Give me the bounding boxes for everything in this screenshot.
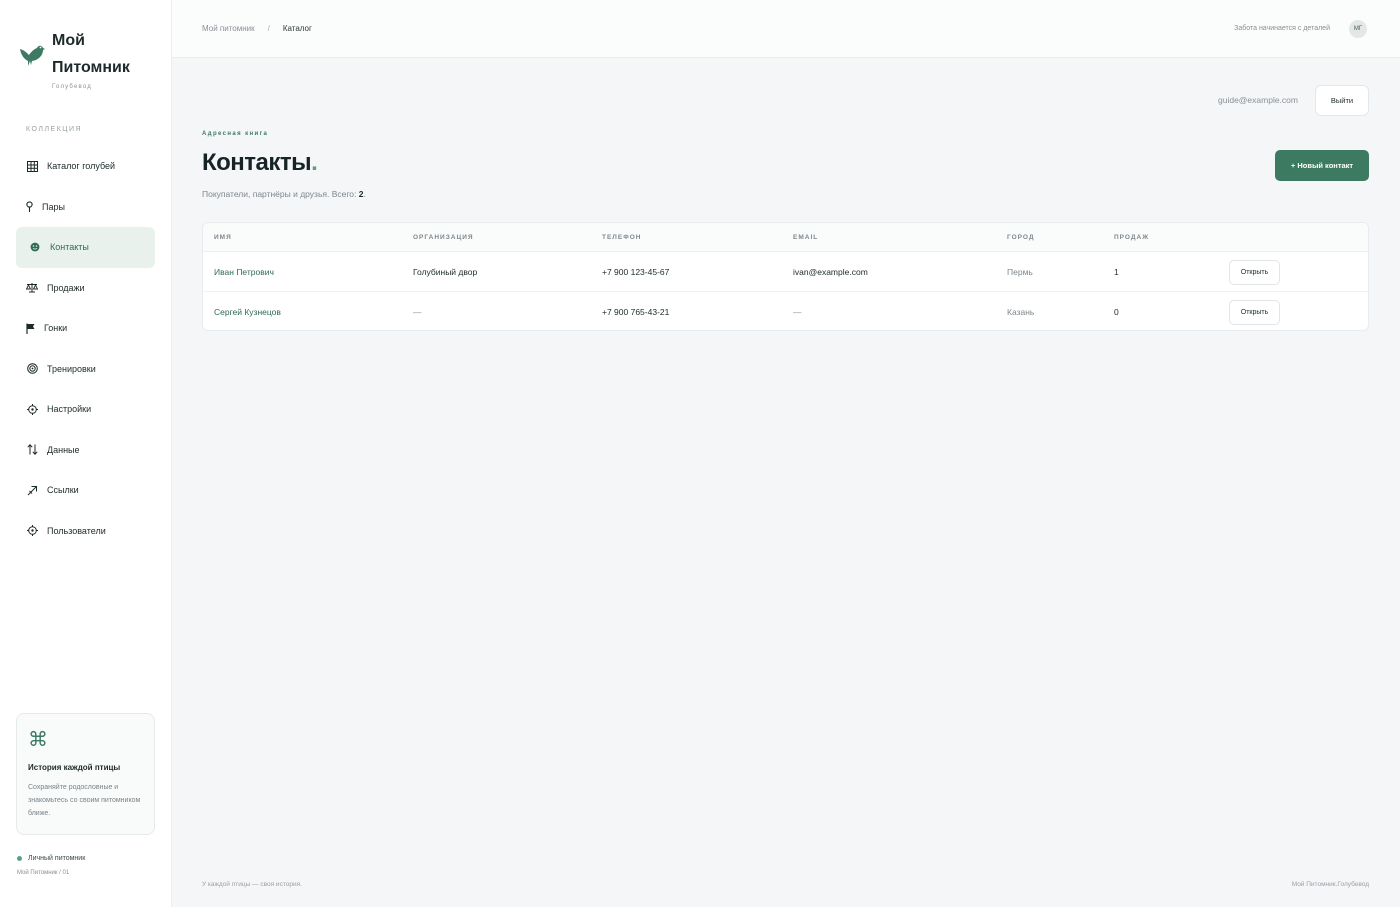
app-version: Мой Питомник / 01	[17, 870, 70, 876]
topbar: Мой питомник / Каталог Забота начинается…	[172, 0, 1400, 58]
sidebar-item-races[interactable]: Гонки	[16, 308, 155, 349]
breadcrumb: Мой питомник / Каталог	[202, 24, 312, 33]
sidebar-nav: Каталог голубей Пары Контакты Продажи Го…	[16, 146, 155, 551]
column-header-org[interactable]: ОРГАНИЗАЦИЯ	[413, 234, 474, 241]
page-title: Контакты.	[202, 149, 318, 177]
sidebar-footer: Личный питомник Мой Питомник / 01	[17, 855, 85, 876]
link-arrow-icon	[26, 484, 38, 496]
sidebar-item-catalog[interactable]: Каталог голубей	[16, 146, 155, 187]
title-accent-dot: .	[311, 149, 318, 176]
grid-icon	[26, 160, 38, 172]
sidebar-item-data[interactable]: Данные	[16, 430, 155, 471]
contact-name-link[interactable]: Иван Петрович	[214, 267, 274, 277]
sidebar-item-sales[interactable]: Продажи	[16, 268, 155, 309]
brand-subtitle: Голубевод	[52, 84, 92, 90]
subtitle-suffix: .	[363, 189, 366, 199]
breadcrumb-current: Каталог	[282, 24, 312, 33]
sidebar-item-label: Ссылки	[47, 485, 79, 496]
sidebar-item-label: Контакты	[50, 242, 89, 253]
command-icon: ⌘	[28, 729, 48, 751]
column-header-city[interactable]: ГОРОД	[1007, 234, 1035, 241]
breadcrumb-home[interactable]: Мой питомник	[202, 24, 255, 33]
sort-arrows-icon	[26, 444, 38, 456]
sidebar-item-contacts[interactable]: Контакты	[16, 227, 155, 268]
pin-icon	[26, 201, 33, 213]
contact-sales-count: 1	[1114, 267, 1119, 277]
promo-card: ⌘ История каждой птицы Сохраняйте родосл…	[16, 713, 155, 835]
pigeon-logo-icon	[20, 45, 45, 66]
column-header-email[interactable]: EMAIL	[793, 234, 818, 241]
sidebar-item-label: Настройки	[47, 404, 92, 415]
page-subtitle: Покупатели, партнёры и друзья. Всего: 2.	[202, 189, 366, 199]
breadcrumb-separator: /	[267, 24, 270, 33]
contact-email: —	[793, 307, 802, 317]
logout-button[interactable]: Выйти	[1315, 85, 1369, 116]
sidebar-item-pairs[interactable]: Пары	[16, 187, 155, 228]
subtitle-text: Покупатели, партнёры и друзья. Всего:	[202, 189, 359, 199]
page-eyebrow: Адресная книга	[202, 131, 269, 137]
contact-email: ivan@example.com	[793, 267, 868, 277]
new-contact-button[interactable]: + Новый контакт	[1275, 150, 1369, 181]
contact-phone: +7 900 123-45-67	[602, 267, 670, 277]
table-row: Иван Петрович Голубиный двор +7 900 123-…	[203, 252, 1368, 292]
flag-icon	[26, 322, 35, 334]
users-icon	[26, 525, 38, 537]
status-dot-icon	[17, 856, 22, 861]
sidebar-item-label: Гонки	[44, 323, 68, 334]
sidebar: Мой Питомник Голубевод КОЛЛЕКЦИЯ Каталог…	[0, 0, 172, 907]
sidebar-item-label: Каталог голубей	[47, 161, 116, 172]
nav-section-label: КОЛЛЕКЦИЯ	[26, 126, 83, 133]
open-contact-button[interactable]: Открыть	[1229, 260, 1280, 285]
footer-motto: У каждой птицы — своя история.	[202, 881, 302, 888]
page-title-text: Контакты	[202, 149, 312, 176]
tagline: Забота начинается с деталей	[1234, 25, 1330, 32]
contact-org: Голубиный двор	[413, 267, 478, 277]
nursery-status: Личный питомник	[28, 855, 86, 862]
brand-name: Мой Питомник	[52, 32, 130, 76]
column-header-phone[interactable]: ТЕЛЕФОН	[602, 234, 642, 241]
scales-icon	[26, 282, 38, 294]
settings-icon	[26, 403, 38, 415]
table-row: Сергей Кузнецов — +7 900 765-43-21 — Каз…	[203, 292, 1368, 330]
sidebar-item-trainings[interactable]: Тренировки	[16, 349, 155, 390]
avatar[interactable]: МГ	[1349, 20, 1367, 38]
target-icon	[26, 363, 38, 375]
contact-city: Пермь	[1007, 267, 1033, 277]
sidebar-item-label: Продажи	[47, 282, 85, 293]
sidebar-item-label: Данные	[47, 444, 80, 455]
sidebar-item-label: Тренировки	[47, 363, 96, 374]
user-email: guide@example.com	[1218, 95, 1298, 105]
contact-sales-count: 0	[1114, 307, 1119, 317]
contact-city: Казань	[1007, 307, 1035, 317]
sidebar-item-links[interactable]: Ссылки	[16, 470, 155, 511]
column-header-name[interactable]: ИМЯ	[214, 234, 232, 241]
promo-text: Сохраняйте родословные и знакомьтесь со …	[28, 784, 141, 817]
contact-phone: +7 900 765-43-21	[602, 307, 670, 317]
sidebar-item-users[interactable]: Пользователи	[16, 511, 155, 552]
table-header: ИМЯ ОРГАНИЗАЦИЯ ТЕЛЕФОН EMAIL ГОРОД ПРОД…	[203, 223, 1368, 252]
column-header-sales[interactable]: ПРОДАЖ	[1114, 234, 1149, 241]
sidebar-item-label: Пары	[42, 201, 65, 212]
contact-org: —	[413, 307, 422, 317]
brand[interactable]: Мой Питомник Голубевод	[18, 27, 142, 90]
sidebar-item-label: Пользователи	[47, 525, 106, 536]
contacts-table: ИМЯ ОРГАНИЗАЦИЯ ТЕЛЕФОН EMAIL ГОРОД ПРОД…	[202, 222, 1369, 331]
contact-name-link[interactable]: Сергей Кузнецов	[214, 307, 281, 317]
promo-title: История каждой птицы	[28, 763, 121, 772]
open-contact-button[interactable]: Открыть	[1229, 300, 1280, 325]
footer-brand: Мой Питомник.Голубевод	[1291, 881, 1369, 888]
contacts-icon	[29, 241, 41, 253]
sidebar-item-settings[interactable]: Настройки	[16, 389, 155, 430]
